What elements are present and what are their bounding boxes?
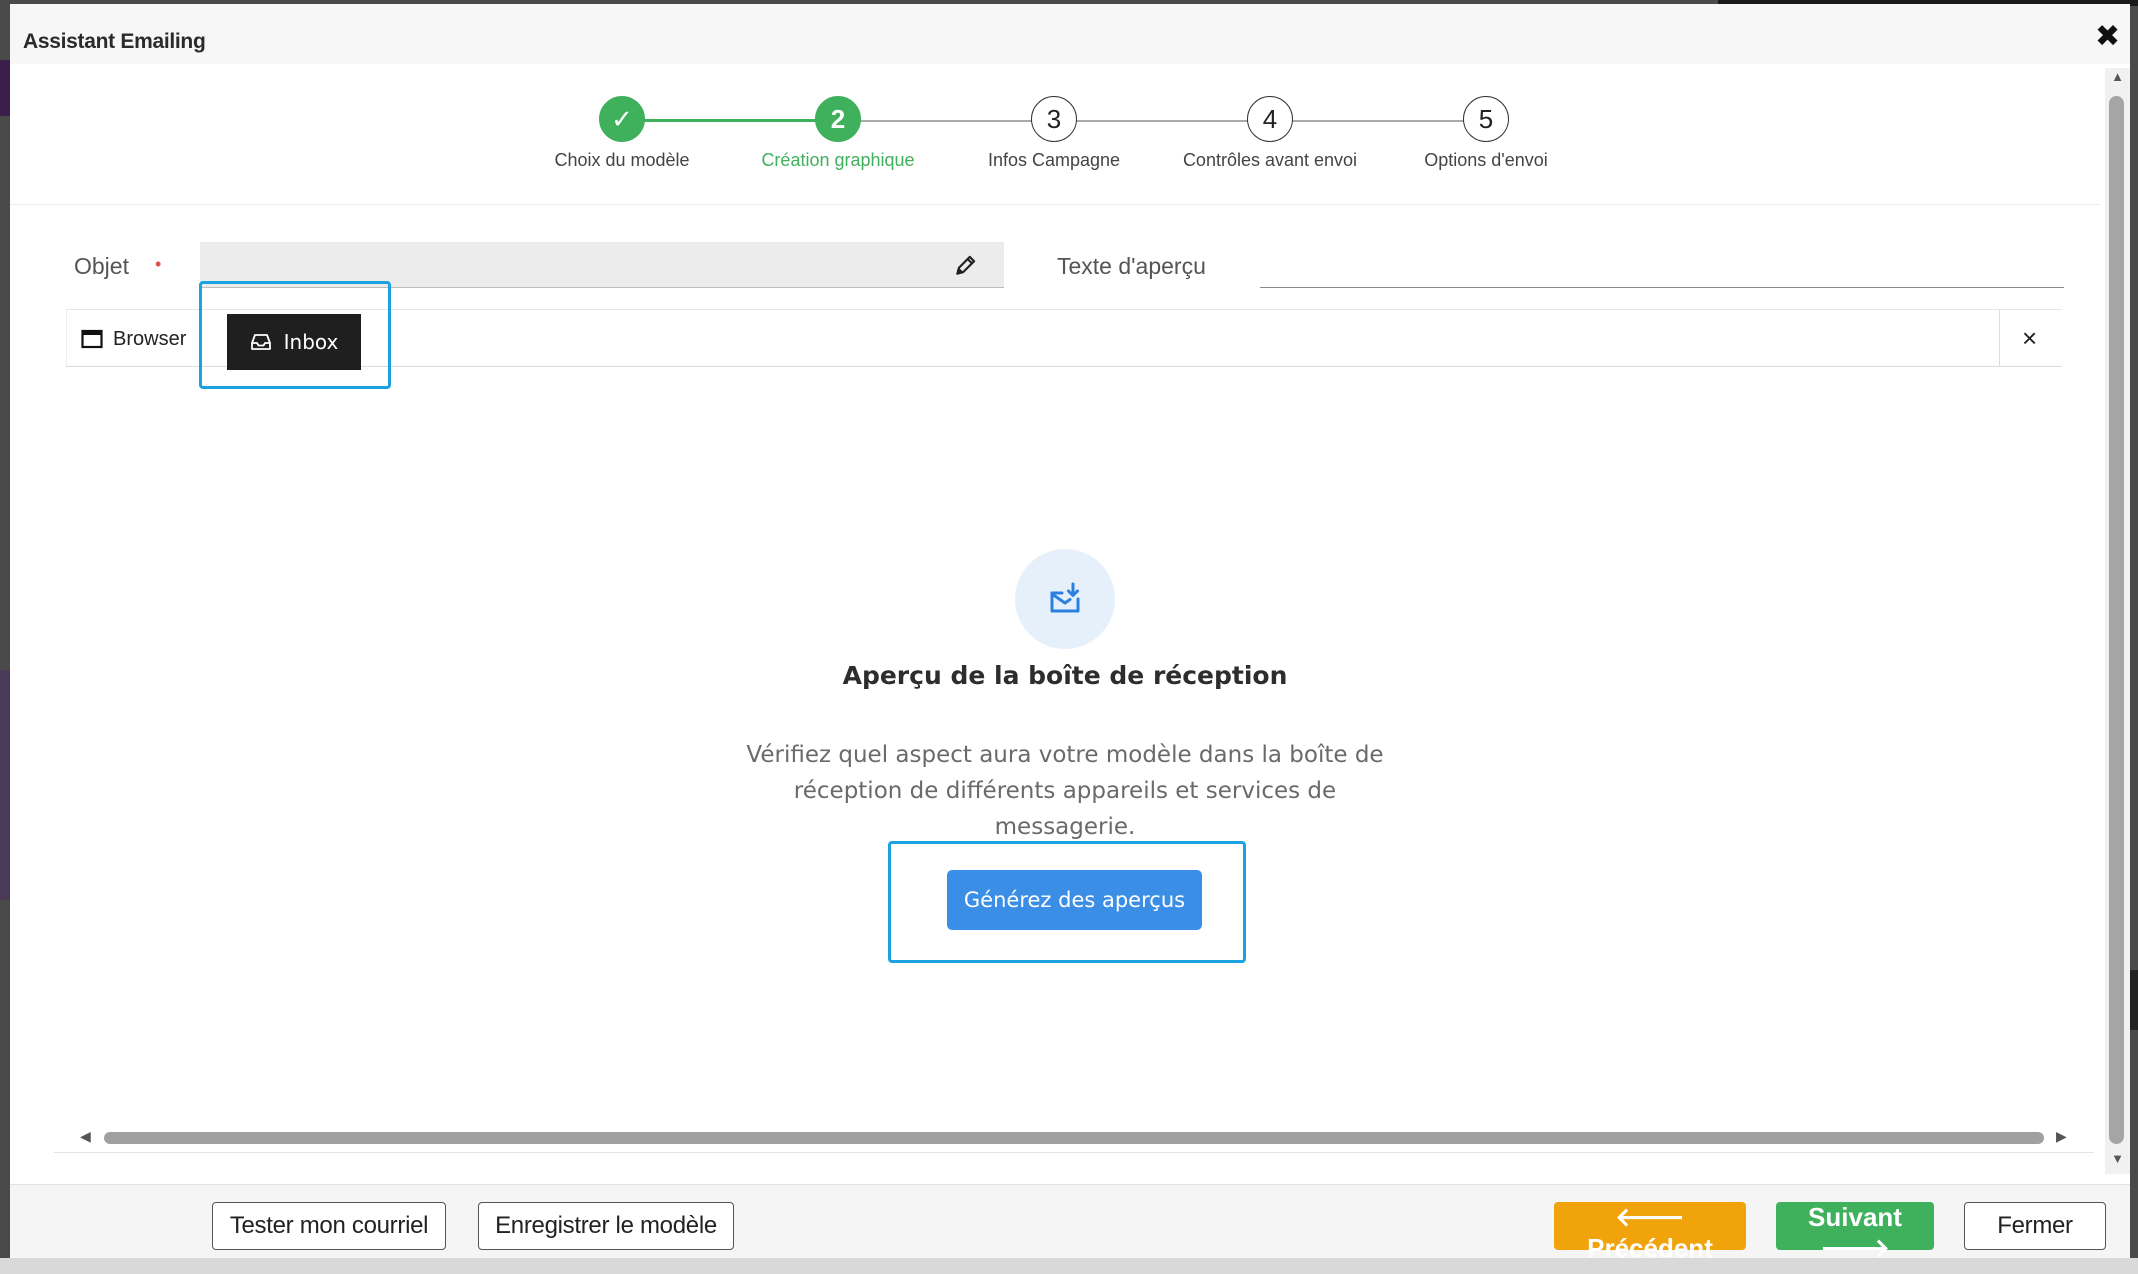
scroll-down-arrow-icon[interactable]: ▼: [2109, 1152, 2126, 1166]
backdrop-strip: [0, 670, 10, 900]
scroll-up-arrow-icon[interactable]: ▲: [2109, 70, 2126, 84]
step-1-check-icon[interactable]: ✓: [599, 96, 645, 142]
empty-state-description: Vérifiez quel aspect aura votre modèle d…: [746, 742, 1384, 840]
close-button[interactable]: Fermer: [1964, 1202, 2106, 1250]
step-2-label[interactable]: Création graphique: [718, 150, 958, 171]
step-connector: [1054, 120, 1270, 122]
step-5-label[interactable]: Options d'envoi: [1366, 150, 1606, 171]
preview-text-input[interactable]: [1260, 242, 2064, 288]
step-connector: [622, 119, 838, 122]
subject-label: Objet: [74, 253, 129, 279]
emailing-wizard-dialog: Assistant Emailing ✖ ▲ ▼ ✓ Choix du modè…: [10, 4, 2130, 1263]
step-2-circle[interactable]: 2: [815, 96, 861, 142]
tab-browser[interactable]: Browser: [81, 320, 186, 358]
mail-download-icon: [1050, 582, 1080, 613]
previous-button[interactable]: 🡐 Précédent: [1554, 1202, 1746, 1263]
close-preview-icon[interactable]: ×: [2022, 324, 2042, 352]
divider: [10, 204, 2100, 205]
dialog-header: Assistant Emailing ✖: [10, 4, 2130, 64]
save-template-button[interactable]: Enregistrer le modèle: [478, 1202, 734, 1250]
step-4-label[interactable]: Contrôles avant envoi: [1150, 150, 1390, 171]
arrow-left-icon: 🡐: [1615, 1202, 1685, 1232]
step-connector: [1270, 120, 1486, 122]
divider: [54, 1152, 2094, 1153]
preview-text-label: Texte d'aperçu: [1057, 253, 1206, 279]
step-3-label[interactable]: Infos Campagne: [934, 150, 1174, 171]
previous-button-label: Précédent: [1587, 1233, 1713, 1263]
highlight-box: [888, 841, 1246, 963]
tab-browser-label: Browser: [113, 327, 187, 350]
close-icon[interactable]: ✖: [2095, 22, 2120, 52]
step-connector: [838, 120, 1054, 122]
scroll-left-arrow-icon[interactable]: ◀: [80, 1128, 94, 1146]
browser-window-icon: [81, 329, 103, 349]
scroll-right-arrow-icon[interactable]: ▶: [2056, 1128, 2070, 1146]
pencil-icon[interactable]: [953, 252, 979, 278]
step-5-circle[interactable]: 5: [1463, 96, 1509, 142]
dialog-title: Assistant Emailing: [23, 30, 206, 53]
step-4-circle[interactable]: 4: [1247, 96, 1293, 142]
step-1-label[interactable]: Choix du modèle: [502, 150, 742, 171]
backdrop-strip: [0, 60, 10, 116]
dialog-footer: Tester mon courriel Enregistrer le modèl…: [10, 1184, 2130, 1263]
next-button[interactable]: Suivant 🡒: [1776, 1202, 1934, 1263]
horizontal-scroll-thumb[interactable]: [104, 1132, 2044, 1144]
empty-state-title: Aperçu de la boîte de réception: [842, 661, 1288, 690]
vertical-scroll-thumb[interactable]: [2109, 96, 2124, 1144]
next-button-label: Suivant: [1808, 1202, 1902, 1232]
test-email-button[interactable]: Tester mon courriel: [212, 1202, 446, 1250]
backdrop-bottom: [0, 1258, 2138, 1274]
preview-close-zone: ×: [1999, 310, 2063, 367]
wizard-stepper: ✓ Choix du modèle 2 Création graphique 3…: [10, 92, 2100, 202]
required-marker: •: [155, 254, 162, 274]
highlight-box: [199, 281, 391, 389]
step-3-circle[interactable]: 3: [1031, 96, 1077, 142]
arrow-right-icon: 🡒: [1820, 1233, 1890, 1263]
empty-state-icon-badge: [1015, 549, 1115, 649]
